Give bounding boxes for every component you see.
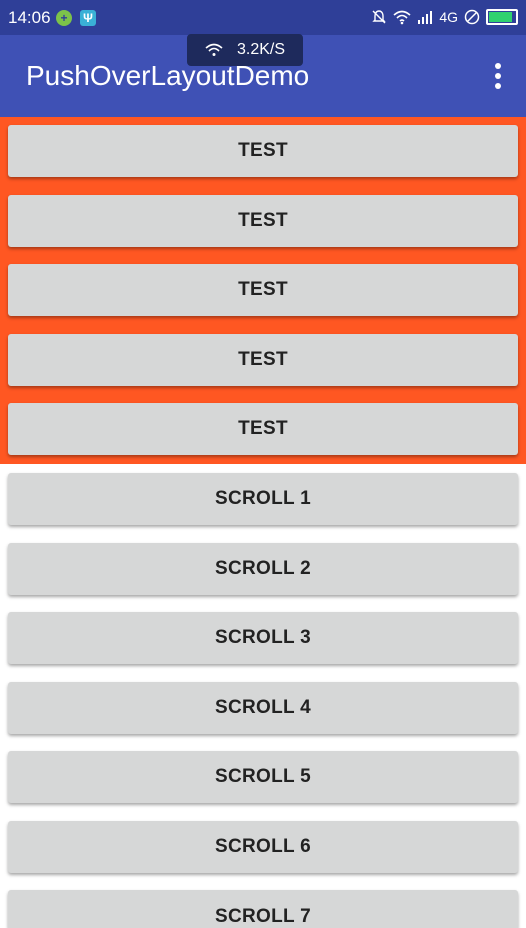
scroll-button-3[interactable]: SCROLL 3	[8, 612, 518, 664]
battery-icon	[486, 9, 518, 25]
scroll-button-5[interactable]: SCROLL 5	[8, 751, 518, 803]
signal-icon	[418, 11, 433, 24]
scroll-button-1[interactable]: SCROLL 1	[8, 473, 518, 525]
usb-icon: Ψ	[80, 10, 96, 26]
test-button[interactable]: TEST	[8, 264, 518, 316]
no-sim-icon	[464, 9, 480, 25]
network-type: 4G	[439, 9, 458, 25]
test-button[interactable]: TEST	[8, 125, 518, 177]
status-icons: 4G	[371, 7, 518, 27]
status-time: 14:06	[8, 8, 51, 27]
scroll-button-6[interactable]: SCROLL 6	[8, 821, 518, 873]
notification-plus-icon: +	[56, 10, 72, 26]
test-button[interactable]: TEST	[8, 195, 518, 247]
network-speed: 3.2K/S	[236, 41, 286, 58]
mute-bell-icon	[372, 10, 387, 24]
wifi-icon	[205, 43, 223, 56]
scroll-button-4[interactable]: SCROLL 4	[8, 682, 518, 734]
overflow-menu-icon[interactable]	[492, 63, 504, 89]
battery-level	[489, 12, 513, 22]
test-button[interactable]: TEST	[8, 334, 518, 386]
status-bar: 14:06 + Ψ 4G	[0, 0, 526, 35]
test-button[interactable]: TEST	[8, 403, 518, 455]
network-speed-toast: 3.2K/S	[187, 34, 303, 66]
scroll-button-7[interactable]: SCROLL 7	[8, 890, 518, 928]
scroll-button-2[interactable]: SCROLL 2	[8, 543, 518, 595]
wifi-icon	[393, 10, 411, 25]
